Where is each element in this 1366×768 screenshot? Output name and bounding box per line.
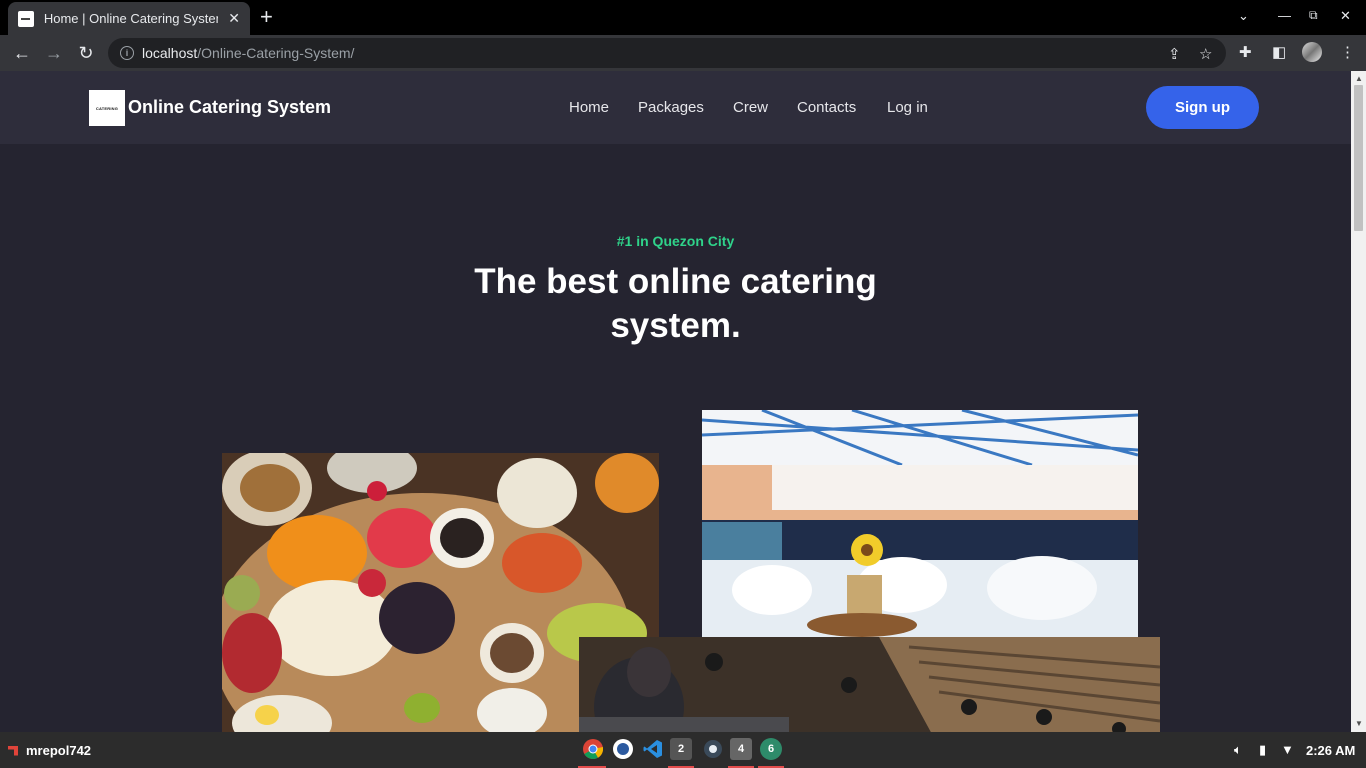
- back-button[interactable]: ←: [10, 41, 34, 65]
- reload-button[interactable]: ↻: [74, 41, 98, 65]
- files-icon[interactable]: 4: [730, 738, 752, 760]
- signup-button[interactable]: Sign up: [1146, 86, 1259, 129]
- window-close-button[interactable]: ✕: [1340, 8, 1351, 24]
- app-icon[interactable]: [612, 738, 634, 760]
- site-logo[interactable]: CATERING: [89, 90, 125, 126]
- scroll-thumb[interactable]: [1354, 85, 1363, 231]
- vscode-icon[interactable]: [642, 738, 664, 760]
- profile-avatar[interactable]: [1302, 42, 1322, 62]
- browser-toolbar: ← → ↻ i localhost/Online-Catering-System…: [0, 35, 1366, 71]
- terminal-icon[interactable]: 2: [670, 738, 692, 760]
- nav-crew[interactable]: Crew: [733, 99, 768, 116]
- nav-home[interactable]: Home: [569, 99, 609, 116]
- nav-login[interactable]: Log in: [887, 99, 928, 116]
- nav-packages[interactable]: Packages: [638, 99, 704, 116]
- forward-button[interactable]: →: [42, 41, 66, 65]
- scroll-up-icon[interactable]: ▲: [1355, 74, 1363, 83]
- settings-icon[interactable]: [702, 738, 724, 760]
- scroll-down-icon[interactable]: ▼: [1355, 719, 1363, 728]
- tab-title: Home | Online Catering System: [43, 11, 219, 26]
- task-badge: 6: [767, 743, 775, 755]
- kitchen-chef-image: [579, 637, 1160, 732]
- minimize-button[interactable]: —: [1278, 8, 1291, 23]
- app-icon[interactable]: 6: [760, 738, 782, 760]
- extensions-icon[interactable]: ✚: [1239, 43, 1252, 61]
- task-badge: 4: [737, 743, 745, 755]
- chrome-icon[interactable]: [582, 738, 604, 760]
- hero-headline: The best online catering system.: [474, 262, 877, 345]
- page-viewport: CATERING Online Catering System Home Pac…: [0, 71, 1351, 732]
- distro-logo-icon: [8, 745, 18, 756]
- chevron-down-icon[interactable]: ⌄: [1238, 8, 1249, 24]
- close-icon[interactable]: ✕: [228, 10, 240, 27]
- info-icon[interactable]: i: [120, 46, 134, 60]
- hero-eyebrow: #1 in Quezon City: [616, 233, 735, 249]
- address-bar[interactable]: i localhost/Online-Catering-System/ ⇪ ☆: [108, 38, 1226, 68]
- browser-tab[interactable]: Home | Online Catering System ✕: [8, 2, 250, 35]
- battery-icon[interactable]: ▮: [1259, 742, 1266, 758]
- new-tab-button[interactable]: +: [260, 6, 273, 28]
- wifi-icon[interactable]: ▼: [1281, 742, 1294, 757]
- username: mrepol742: [26, 743, 92, 758]
- task-badge: 2: [677, 743, 685, 755]
- logo-text: CATERING: [95, 105, 119, 111]
- menu-icon[interactable]: ⋮: [1340, 43, 1355, 61]
- nav-contacts[interactable]: Contacts: [797, 99, 856, 116]
- user-menu[interactable]: mrepol742: [8, 743, 91, 758]
- restore-button[interactable]: ⧉: [1309, 8, 1318, 23]
- star-icon[interactable]: ☆: [1199, 45, 1212, 63]
- os-taskbar: mrepol742 2 4 6 🔈︎ ▮ ▼ 2:26 AM: [0, 732, 1366, 768]
- site-header: CATERING Online Catering System Home Pac…: [0, 71, 1351, 144]
- url-host: localhost: [142, 45, 198, 61]
- browser-tabbar: Home | Online Catering System ✕ + ⌄ — ⧉ …: [0, 0, 1366, 35]
- volume-icon[interactable]: 🔈︎: [1234, 742, 1242, 758]
- share-icon[interactable]: ⇪: [1168, 45, 1181, 63]
- url-path: /Online-Catering-System/: [197, 45, 355, 61]
- favicon-icon: [18, 10, 34, 27]
- clock[interactable]: 2:26 AM: [1306, 743, 1355, 758]
- page-scrollbar[interactable]: ▲ ▼: [1351, 71, 1366, 732]
- brand-name[interactable]: Online Catering System: [128, 97, 331, 118]
- banquet-hall-image: [702, 410, 1138, 637]
- side-panel-icon[interactable]: ◧: [1272, 43, 1286, 61]
